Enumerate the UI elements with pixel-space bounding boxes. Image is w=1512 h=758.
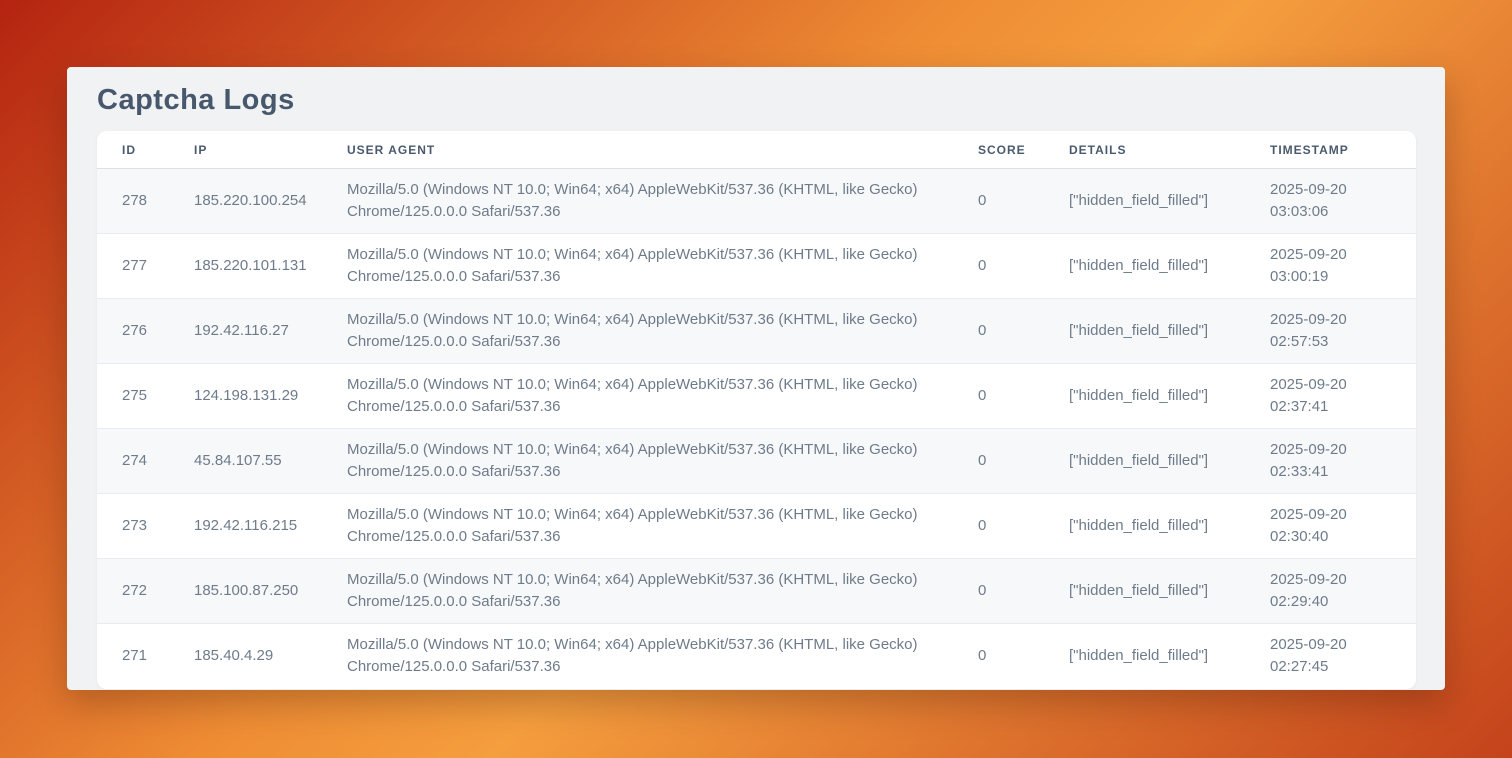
cell-timestamp: 2025-09-20 02:30:40 (1270, 494, 1416, 559)
timestamp-date: 2025-09-20 (1270, 504, 1398, 526)
timestamp-date: 2025-09-20 (1270, 634, 1398, 656)
cell-ip: 192.42.116.27 (194, 299, 347, 364)
cell-details: ["hidden_field_filled"] (1069, 429, 1270, 494)
cell-user-agent: Mozilla/5.0 (Windows NT 10.0; Win64; x64… (347, 299, 978, 364)
cell-id: 273 (97, 494, 194, 559)
cell-user-agent: Mozilla/5.0 (Windows NT 10.0; Win64; x64… (347, 234, 978, 299)
timestamp-time: 02:27:45 (1270, 656, 1398, 678)
column-header-ip: IP (194, 131, 347, 169)
cell-id: 275 (97, 364, 194, 429)
cell-user-agent: Mozilla/5.0 (Windows NT 10.0; Win64; x64… (347, 169, 978, 234)
cell-timestamp: 2025-09-20 02:27:45 (1270, 624, 1416, 689)
cell-id: 272 (97, 559, 194, 624)
table-row: 273 192.42.116.215 Mozilla/5.0 (Windows … (97, 494, 1416, 559)
cell-ip: 185.100.87.250 (194, 559, 347, 624)
cell-score: 0 (978, 299, 1069, 364)
table-row: 271 185.40.4.29 Mozilla/5.0 (Windows NT … (97, 624, 1416, 689)
cell-details: ["hidden_field_filled"] (1069, 624, 1270, 689)
cell-score: 0 (978, 494, 1069, 559)
cell-ip: 185.220.100.254 (194, 169, 347, 234)
timestamp-date: 2025-09-20 (1270, 569, 1398, 591)
cell-user-agent: Mozilla/5.0 (Windows NT 10.0; Win64; x64… (347, 494, 978, 559)
cell-ip: 185.40.4.29 (194, 624, 347, 689)
cell-user-agent: Mozilla/5.0 (Windows NT 10.0; Win64; x64… (347, 429, 978, 494)
cell-score: 0 (978, 559, 1069, 624)
cell-id: 277 (97, 234, 194, 299)
cell-id: 271 (97, 624, 194, 689)
cell-score: 0 (978, 234, 1069, 299)
timestamp-time: 03:00:19 (1270, 266, 1398, 288)
cell-ip: 45.84.107.55 (194, 429, 347, 494)
captcha-logs-card: Captcha Logs ID IP USER AGENT SCORE DETA… (67, 67, 1445, 690)
timestamp-time: 02:37:41 (1270, 396, 1398, 418)
cell-user-agent: Mozilla/5.0 (Windows NT 10.0; Win64; x64… (347, 364, 978, 429)
cell-details: ["hidden_field_filled"] (1069, 559, 1270, 624)
cell-details: ["hidden_field_filled"] (1069, 364, 1270, 429)
table-row: 277 185.220.101.131 Mozilla/5.0 (Windows… (97, 234, 1416, 299)
cell-score: 0 (978, 364, 1069, 429)
cell-timestamp: 2025-09-20 02:29:40 (1270, 559, 1416, 624)
cell-ip: 185.220.101.131 (194, 234, 347, 299)
table-row: 276 192.42.116.27 Mozilla/5.0 (Windows N… (97, 299, 1416, 364)
page-background: { "page": { "title": "Captcha Logs" }, "… (0, 0, 1512, 758)
cell-details: ["hidden_field_filled"] (1069, 299, 1270, 364)
timestamp-date: 2025-09-20 (1270, 439, 1398, 461)
cell-user-agent: Mozilla/5.0 (Windows NT 10.0; Win64; x64… (347, 624, 978, 689)
cell-details: ["hidden_field_filled"] (1069, 169, 1270, 234)
column-header-id: ID (97, 131, 194, 169)
captcha-logs-table: ID IP USER AGENT SCORE DETAILS TIMESTAMP… (97, 131, 1416, 689)
cell-timestamp: 2025-09-20 03:00:19 (1270, 234, 1416, 299)
timestamp-date: 2025-09-20 (1270, 374, 1398, 396)
table-row: 278 185.220.100.254 Mozilla/5.0 (Windows… (97, 169, 1416, 234)
column-header-user-agent: USER AGENT (347, 131, 978, 169)
cell-score: 0 (978, 169, 1069, 234)
column-header-details: DETAILS (1069, 131, 1270, 169)
timestamp-date: 2025-09-20 (1270, 309, 1398, 331)
column-header-timestamp: TIMESTAMP (1270, 131, 1416, 169)
cell-user-agent: Mozilla/5.0 (Windows NT 10.0; Win64; x64… (347, 559, 978, 624)
table-row: 275 124.198.131.29 Mozilla/5.0 (Windows … (97, 364, 1416, 429)
table-header-row: ID IP USER AGENT SCORE DETAILS TIMESTAMP (97, 131, 1416, 169)
cell-id: 276 (97, 299, 194, 364)
timestamp-time: 02:29:40 (1270, 591, 1398, 613)
timestamp-time: 03:03:06 (1270, 201, 1398, 223)
page-title: Captcha Logs (97, 84, 1416, 116)
cell-timestamp: 2025-09-20 02:33:41 (1270, 429, 1416, 494)
table-row: 272 185.100.87.250 Mozilla/5.0 (Windows … (97, 559, 1416, 624)
table-header: ID IP USER AGENT SCORE DETAILS TIMESTAMP (97, 131, 1416, 169)
timestamp-time: 02:30:40 (1270, 526, 1398, 548)
cell-details: ["hidden_field_filled"] (1069, 494, 1270, 559)
timestamp-date: 2025-09-20 (1270, 179, 1398, 201)
cell-id: 278 (97, 169, 194, 234)
timestamp-time: 02:33:41 (1270, 461, 1398, 483)
cell-timestamp: 2025-09-20 03:03:06 (1270, 169, 1416, 234)
cell-id: 274 (97, 429, 194, 494)
column-header-score: SCORE (978, 131, 1069, 169)
timestamp-time: 02:57:53 (1270, 331, 1398, 353)
cell-ip: 124.198.131.29 (194, 364, 347, 429)
cell-score: 0 (978, 429, 1069, 494)
cell-score: 0 (978, 624, 1069, 689)
cell-details: ["hidden_field_filled"] (1069, 234, 1270, 299)
timestamp-date: 2025-09-20 (1270, 244, 1398, 266)
table-row: 274 45.84.107.55 Mozilla/5.0 (Windows NT… (97, 429, 1416, 494)
cell-timestamp: 2025-09-20 02:37:41 (1270, 364, 1416, 429)
table-body: 278 185.220.100.254 Mozilla/5.0 (Windows… (97, 169, 1416, 689)
captcha-logs-table-container: ID IP USER AGENT SCORE DETAILS TIMESTAMP… (97, 131, 1416, 689)
cell-timestamp: 2025-09-20 02:57:53 (1270, 299, 1416, 364)
cell-ip: 192.42.116.215 (194, 494, 347, 559)
